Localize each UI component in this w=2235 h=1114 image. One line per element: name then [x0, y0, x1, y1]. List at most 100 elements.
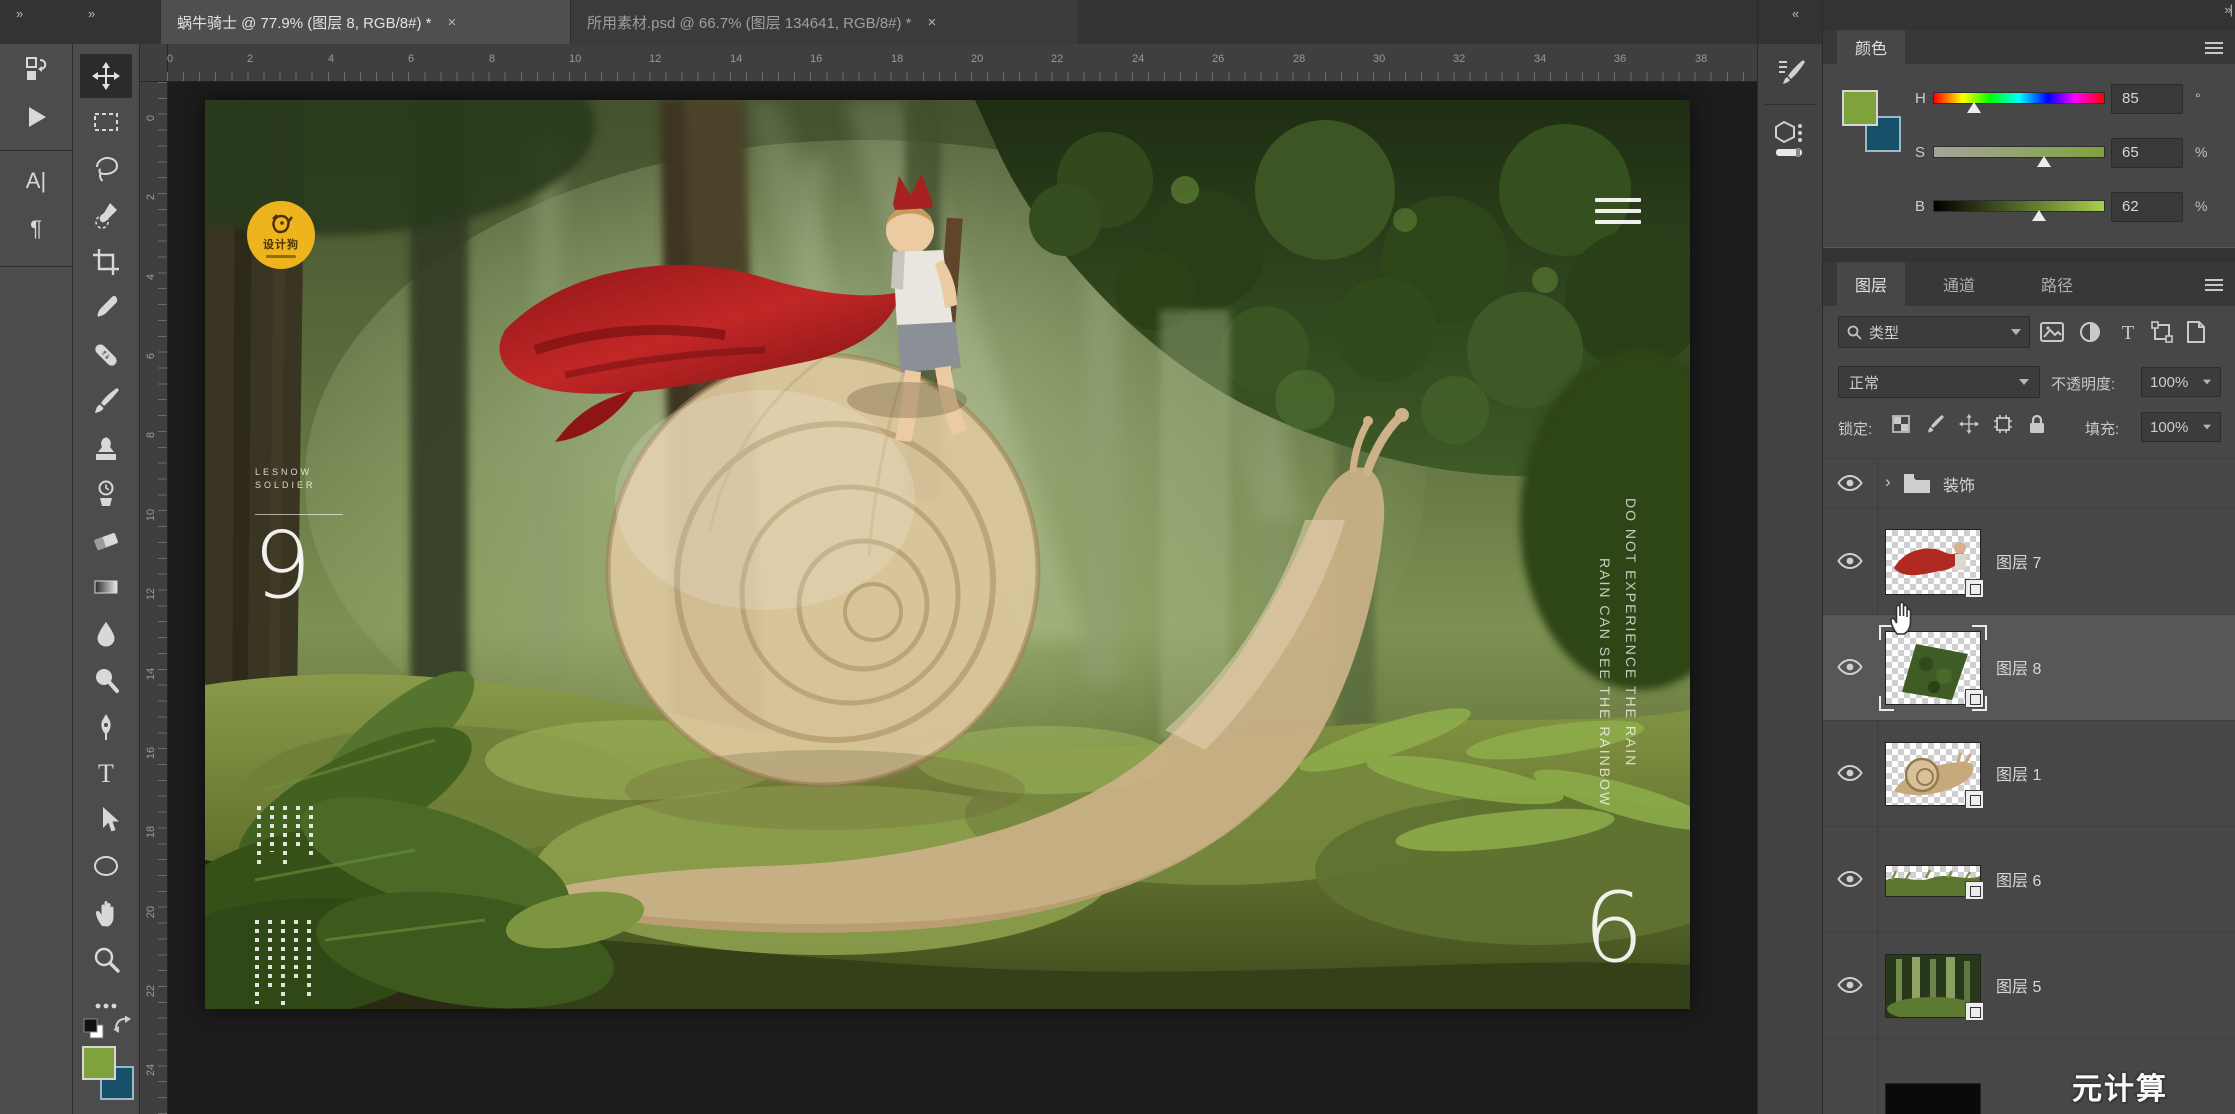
horizontal-ruler[interactable]: 02 46 810 1214 1618 2022 2426 2830 3234 …	[168, 44, 1757, 82]
layer-thumbnail[interactable]	[1885, 1083, 1981, 1114]
tab-close-icon[interactable]: ×	[928, 14, 937, 31]
paragraph-panel-icon[interactable]: ¶	[14, 210, 58, 248]
spot-healing-brush-tool[interactable]	[80, 333, 132, 377]
tab-paths[interactable]: 路径	[2023, 262, 2091, 306]
foreground-color-swatch[interactable]	[82, 1046, 116, 1080]
document-tab-snail-knight[interactable]: 蜗牛骑士 @ 77.9% (图层 8, RGB/8#) * ×	[161, 0, 570, 44]
layer-thumbnail[interactable]	[1885, 954, 1981, 1018]
layer-thumbnail[interactable]	[1885, 529, 1981, 595]
tab-channels[interactable]: 通道	[1925, 262, 1993, 306]
visibility-eye-icon[interactable]	[1837, 552, 1865, 572]
expand-toolbar-icon[interactable]: »	[88, 6, 93, 21]
brightness-value-input[interactable]: 62	[2111, 192, 2183, 222]
layer-row-6[interactable]: 图层 6	[1823, 826, 2235, 932]
layer-name[interactable]: 图层 8	[1996, 655, 2041, 679]
layer-filter-type-dropdown[interactable]: 类型	[1838, 316, 2030, 348]
brightness-label: B	[1915, 198, 1925, 215]
document-tab-materials[interactable]: 所用素材.psd @ 66.7% (图层 134641, RGB/8#) * ×	[570, 0, 1078, 44]
layer-row-partial[interactable]	[1823, 1038, 2235, 1114]
expand-panel-dock-icon[interactable]: »	[16, 6, 21, 21]
eraser-tool[interactable]	[80, 519, 132, 563]
filter-smart-objects-icon[interactable]	[2183, 319, 2209, 345]
visibility-eye-icon[interactable]	[1837, 658, 1865, 678]
opacity-input[interactable]: 100%	[2141, 367, 2221, 397]
character-panel-icon[interactable]: A|	[14, 162, 58, 200]
hue-value-input[interactable]: 85	[2111, 84, 2183, 114]
layer-thumbnail[interactable]	[1885, 742, 1981, 806]
path-selection-tool[interactable]	[80, 798, 132, 842]
layer-name[interactable]: 图层 7	[1996, 549, 2041, 573]
quick-selection-tool[interactable]	[80, 193, 132, 237]
brightness-slider-thumb[interactable]	[2032, 210, 2046, 221]
ellipse-shape-tool[interactable]	[80, 844, 132, 888]
hue-slider[interactable]	[1933, 92, 2105, 104]
move-tool[interactable]	[80, 54, 132, 98]
tab-color[interactable]: 颜色	[1837, 30, 1905, 64]
properties-panel-icon[interactable]	[1774, 118, 1806, 166]
filter-pixel-layers-icon[interactable]	[2039, 319, 2065, 345]
tab-layers[interactable]: 图层	[1837, 262, 1905, 306]
tab-close-icon[interactable]: ×	[447, 14, 456, 31]
layer-row-5[interactable]: 图层 5	[1823, 932, 2235, 1038]
visibility-eye-icon[interactable]	[1837, 976, 1865, 996]
switch-colors-icon[interactable]	[111, 1014, 135, 1040]
chevron-down-icon	[2011, 329, 2021, 335]
hue-slider-thumb[interactable]	[1967, 102, 1981, 113]
group-expand-chevron[interactable]: ›	[1885, 472, 1891, 492]
lock-all-icon[interactable]	[2025, 412, 2049, 436]
layer-row-8-selected[interactable]: 图层 8	[1823, 614, 2235, 720]
crop-tool[interactable]	[80, 240, 132, 284]
saturation-slider-thumb[interactable]	[2037, 156, 2051, 167]
filter-adjustment-layers-icon[interactable]	[2077, 319, 2103, 345]
gradient-tool[interactable]	[80, 565, 132, 609]
saturation-value-input[interactable]: 65	[2111, 138, 2183, 168]
rectangular-marquee-tool[interactable]	[80, 100, 132, 144]
visibility-eye-icon[interactable]	[1837, 870, 1865, 890]
brush-settings-panel-icon[interactable]	[1775, 56, 1807, 92]
corner-expander-icon[interactable]: »|	[2224, 2, 2231, 17]
layer-name[interactable]: 图层 6	[1996, 867, 2041, 891]
lock-position-icon[interactable]	[1957, 412, 1981, 436]
fill-input[interactable]: 100%	[2141, 412, 2221, 442]
lock-transparency-icon[interactable]	[1889, 412, 1913, 436]
eyedropper-tool[interactable]	[80, 286, 132, 330]
layer-row-7[interactable]: 图层 7	[1823, 508, 2235, 614]
default-colors-icon[interactable]	[81, 1016, 107, 1046]
type-tool[interactable]: T	[80, 751, 132, 795]
layer-group-row[interactable]: › 装饰	[1823, 458, 2235, 508]
lasso-tool[interactable]	[80, 147, 132, 191]
layers-panel-menu-icon[interactable]	[2205, 279, 2223, 294]
blend-mode-dropdown[interactable]: 正常	[1838, 366, 2040, 398]
document-artwork[interactable]: 设计狗 LESNOW SOLDIER 9 DO NOT EXPERIENCE T…	[205, 100, 1690, 1009]
visibility-eye-icon[interactable]	[1837, 474, 1865, 494]
layer-name[interactable]: 图层 1	[1996, 761, 2041, 785]
group-name[interactable]: 装饰	[1943, 472, 1975, 496]
vertical-ruler[interactable]: 02 46 810 1214 1618 2022 24	[140, 82, 168, 1114]
dodge-tool[interactable]	[80, 658, 132, 702]
brush-tool[interactable]	[80, 379, 132, 423]
filter-shape-layers-icon[interactable]	[2149, 319, 2175, 345]
history-brush-tool[interactable]	[80, 472, 132, 516]
layer-name[interactable]: 图层 5	[1996, 973, 2041, 997]
tab-title: 所用素材.psd @ 66.7% (图层 134641, RGB/8#) *	[587, 12, 912, 33]
layer-thumbnail[interactable]	[1885, 865, 1981, 897]
blur-tool[interactable]	[80, 612, 132, 656]
lock-image-icon[interactable]	[1923, 412, 1947, 436]
color-panel-menu-icon[interactable]	[2205, 42, 2223, 57]
saturation-slider[interactable]	[1933, 146, 2105, 158]
layer-thumbnail[interactable]	[1885, 631, 1981, 705]
lock-artboard-icon[interactable]	[1991, 412, 2015, 436]
collapse-panels-icon[interactable]: «	[1792, 6, 1797, 21]
brightness-slider[interactable]	[1933, 200, 2105, 212]
pen-tool[interactable]	[80, 705, 132, 749]
actions-panel-icon[interactable]	[14, 98, 58, 136]
canvas-area[interactable]: 02 46 810 1214 1618 2022 2426 2830 3234 …	[140, 44, 1757, 1114]
clone-stamp-tool[interactable]	[80, 426, 132, 470]
layer-row-1[interactable]: 图层 1	[1823, 720, 2235, 826]
filter-type-layers-icon[interactable]: T	[2115, 319, 2141, 345]
foreground-color-swatch[interactable]	[1842, 90, 1878, 126]
hand-tool[interactable]	[80, 891, 132, 935]
visibility-eye-icon[interactable]	[1837, 764, 1865, 784]
history-panel-icon[interactable]	[14, 50, 58, 88]
zoom-tool[interactable]	[80, 937, 132, 981]
